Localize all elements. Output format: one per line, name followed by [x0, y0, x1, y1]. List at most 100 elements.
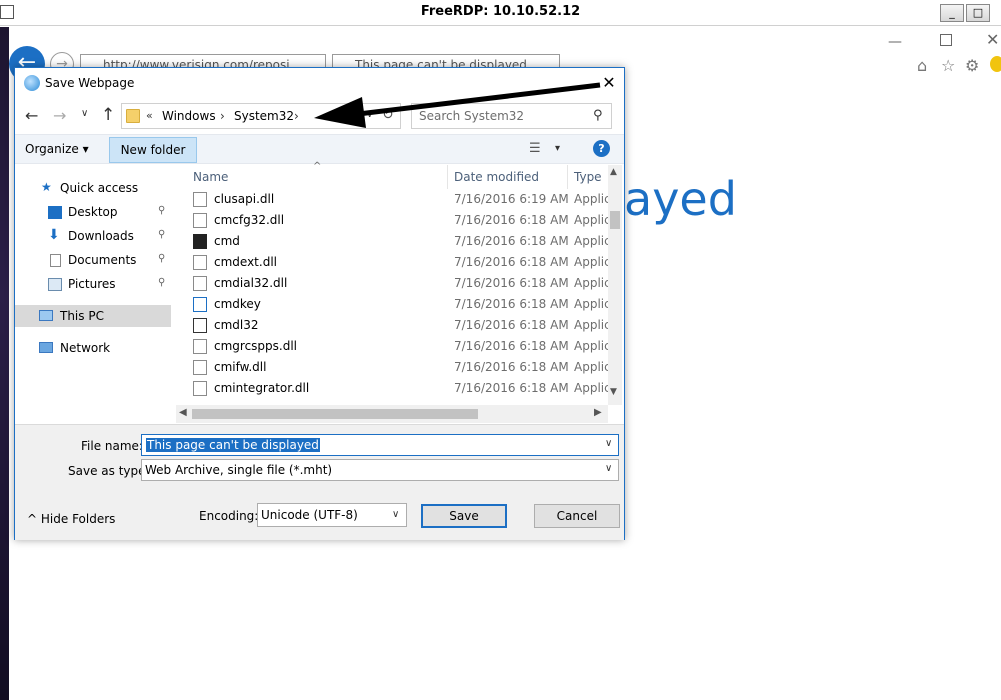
browser-minimize-button[interactable]: — — [888, 34, 904, 50]
nav-documents[interactable]: Documents ⚲ — [15, 249, 171, 271]
rdp-title: FreeRDP: 10.10.52.12 — [420, 4, 581, 19]
hide-folders-label: Hide Folders — [40, 512, 116, 526]
rdp-maximize-button[interactable]: □ — [966, 4, 990, 22]
table-row[interactable]: cmintegrator.dll 7/16/2016 6:18 AM Appli… — [176, 378, 608, 399]
table-row[interactable]: cmifw.dll 7/16/2016 6:18 AM Applic — [176, 357, 608, 378]
pin-icon[interactable]: ⚲ — [158, 277, 165, 288]
file-type: Applic — [574, 255, 608, 269]
horizontal-scrollbar[interactable]: ◀ ▶ — [176, 405, 608, 423]
file-name: cmd — [214, 234, 240, 248]
encoding-select[interactable]: Unicode (UTF-8) ∨ — [257, 503, 407, 527]
pin-icon[interactable]: ⚲ — [158, 253, 165, 264]
column-divider[interactable] — [567, 165, 568, 189]
table-row[interactable]: cmgrcspps.dll 7/16/2016 6:18 AM Applic — [176, 336, 608, 357]
column-header-date[interactable]: Date modified — [454, 170, 539, 184]
scroll-up-arrow-icon[interactable]: ▲ — [610, 167, 617, 177]
filename-input[interactable]: This page can't be displayed ∨ — [141, 434, 619, 456]
view-options-icon[interactable]: ☰ — [529, 141, 541, 156]
table-row[interactable]: cmd 7/16/2016 6:18 AM Applic — [176, 231, 608, 252]
nav-label: Pictures — [68, 277, 116, 291]
recent-locations-chevron-icon[interactable]: ∨ — [81, 108, 88, 119]
nav-forward-arrow-icon[interactable]: → — [53, 106, 66, 125]
browser-close-button[interactable]: ✕ — [986, 30, 999, 49]
navigation-pane: ★ Quick access Desktop ⚲ ⬇ Downloads ⚲ D… — [15, 165, 175, 423]
vertical-scrollbar[interactable]: ▲ ▼ — [608, 165, 622, 405]
page-error-heading: ayed — [624, 172, 737, 226]
star-icon: ★ — [41, 180, 52, 194]
file-type: Applic — [574, 192, 608, 206]
help-button[interactable]: ? — [593, 140, 610, 157]
scroll-right-arrow-icon[interactable]: ▶ — [594, 407, 602, 418]
save-webpage-dialog: Save Webpage ✕ ← → ∨ ↑ « Windows › Syste… — [14, 67, 625, 540]
pin-icon[interactable]: ⚲ — [158, 205, 165, 216]
vertical-scroll-thumb[interactable] — [610, 211, 620, 229]
column-header-type[interactable]: Type — [574, 170, 602, 184]
nav-desktop[interactable]: Desktop ⚲ — [15, 201, 171, 223]
file-date: 7/16/2016 6:19 AM — [454, 192, 569, 206]
view-dropdown-icon[interactable]: ▾ — [555, 143, 560, 154]
computer-icon — [39, 310, 53, 321]
horizontal-scroll-thumb[interactable] — [192, 409, 478, 419]
browser-maximize-button[interactable] — [940, 34, 952, 46]
annotation-arrow-head — [314, 97, 366, 128]
nav-quick-access[interactable]: ★ Quick access — [15, 177, 171, 199]
file-date: 7/16/2016 6:18 AM — [454, 276, 569, 290]
file-name: cmifw.dll — [214, 360, 267, 374]
organize-button[interactable]: Organize ▾ — [25, 142, 89, 156]
breadcrumb-chevron-icon[interactable]: › — [294, 109, 299, 123]
encoding-dropdown-icon[interactable]: ∨ — [392, 509, 399, 520]
nav-label: Downloads — [68, 229, 134, 243]
hide-folders-button[interactable]: ^ Hide Folders — [27, 512, 115, 526]
sort-ascending-icon: ^ — [313, 161, 322, 172]
dll-file-icon — [193, 381, 207, 396]
nav-pictures[interactable]: Pictures ⚲ — [15, 273, 171, 295]
table-row[interactable]: cmdial32.dll 7/16/2016 6:18 AM Applic — [176, 273, 608, 294]
breadcrumb-system32[interactable]: System32 — [234, 109, 294, 123]
scroll-down-arrow-icon[interactable]: ▼ — [610, 387, 617, 397]
cancel-button[interactable]: Cancel — [534, 504, 620, 528]
dll-file-icon — [193, 360, 207, 375]
table-row[interactable]: cmdkey 7/16/2016 6:18 AM Applic — [176, 294, 608, 315]
breadcrumb-chevron-icon[interactable]: › — [220, 109, 225, 123]
save-button[interactable]: Save — [421, 504, 507, 528]
dll-file-icon — [193, 213, 207, 228]
nav-back-arrow-icon[interactable]: ← — [25, 106, 38, 125]
savetype-dropdown-icon[interactable]: ∨ — [605, 463, 612, 474]
nav-network[interactable]: Network — [15, 337, 171, 359]
breadcrumb-overflow[interactable]: « — [146, 109, 153, 122]
nav-label: Network — [60, 341, 111, 355]
savetype-select[interactable]: Web Archive, single file (*.mht) ∨ — [141, 459, 619, 481]
filename-dropdown-icon[interactable]: ∨ — [605, 438, 612, 449]
pin-icon[interactable]: ⚲ — [158, 229, 165, 240]
document-icon — [50, 254, 61, 267]
table-row[interactable]: cmdext.dll 7/16/2016 6:18 AM Applic — [176, 252, 608, 273]
table-row[interactable]: cmdl32 7/16/2016 6:18 AM Applic — [176, 315, 608, 336]
nav-up-arrow-icon[interactable]: ↑ — [101, 105, 115, 125]
file-name: cmdext.dll — [214, 255, 277, 269]
filename-value[interactable]: This page can't be displayed — [146, 438, 320, 452]
column-header-name[interactable]: Name — [193, 170, 228, 184]
nav-downloads[interactable]: ⬇ Downloads ⚲ — [15, 225, 171, 247]
file-date: 7/16/2016 6:18 AM — [454, 360, 569, 374]
nav-label: Quick access — [60, 181, 139, 195]
scroll-left-arrow-icon[interactable]: ◀ — [179, 407, 187, 418]
desktop-icon — [48, 206, 62, 219]
rdp-minimize-button[interactable]: _ — [940, 4, 964, 22]
nav-this-pc[interactable]: This PC — [15, 305, 171, 327]
desktop-background — [0, 27, 9, 700]
table-row[interactable]: clusapi.dll 7/16/2016 6:19 AM Applic — [176, 189, 608, 210]
file-type: Applic — [574, 213, 608, 227]
breadcrumb-windows[interactable]: Windows — [162, 109, 216, 123]
nav-label: Documents — [68, 253, 137, 267]
home-icon[interactable]: ⌂ — [917, 56, 927, 75]
file-type: Applic — [574, 318, 608, 332]
new-folder-button[interactable]: New folder — [109, 137, 197, 163]
file-type: Applic — [574, 360, 608, 374]
settings-gear-icon[interactable]: ⚙ — [965, 56, 979, 75]
annotation-arrow-shaft — [349, 82, 601, 118]
pictures-icon — [48, 278, 62, 291]
favorites-star-icon[interactable]: ☆ — [941, 56, 955, 75]
table-row[interactable]: cmcfg32.dll 7/16/2016 6:18 AM Applic — [176, 210, 608, 231]
column-divider[interactable] — [447, 165, 448, 189]
feedback-smiley-icon[interactable] — [990, 56, 1001, 72]
